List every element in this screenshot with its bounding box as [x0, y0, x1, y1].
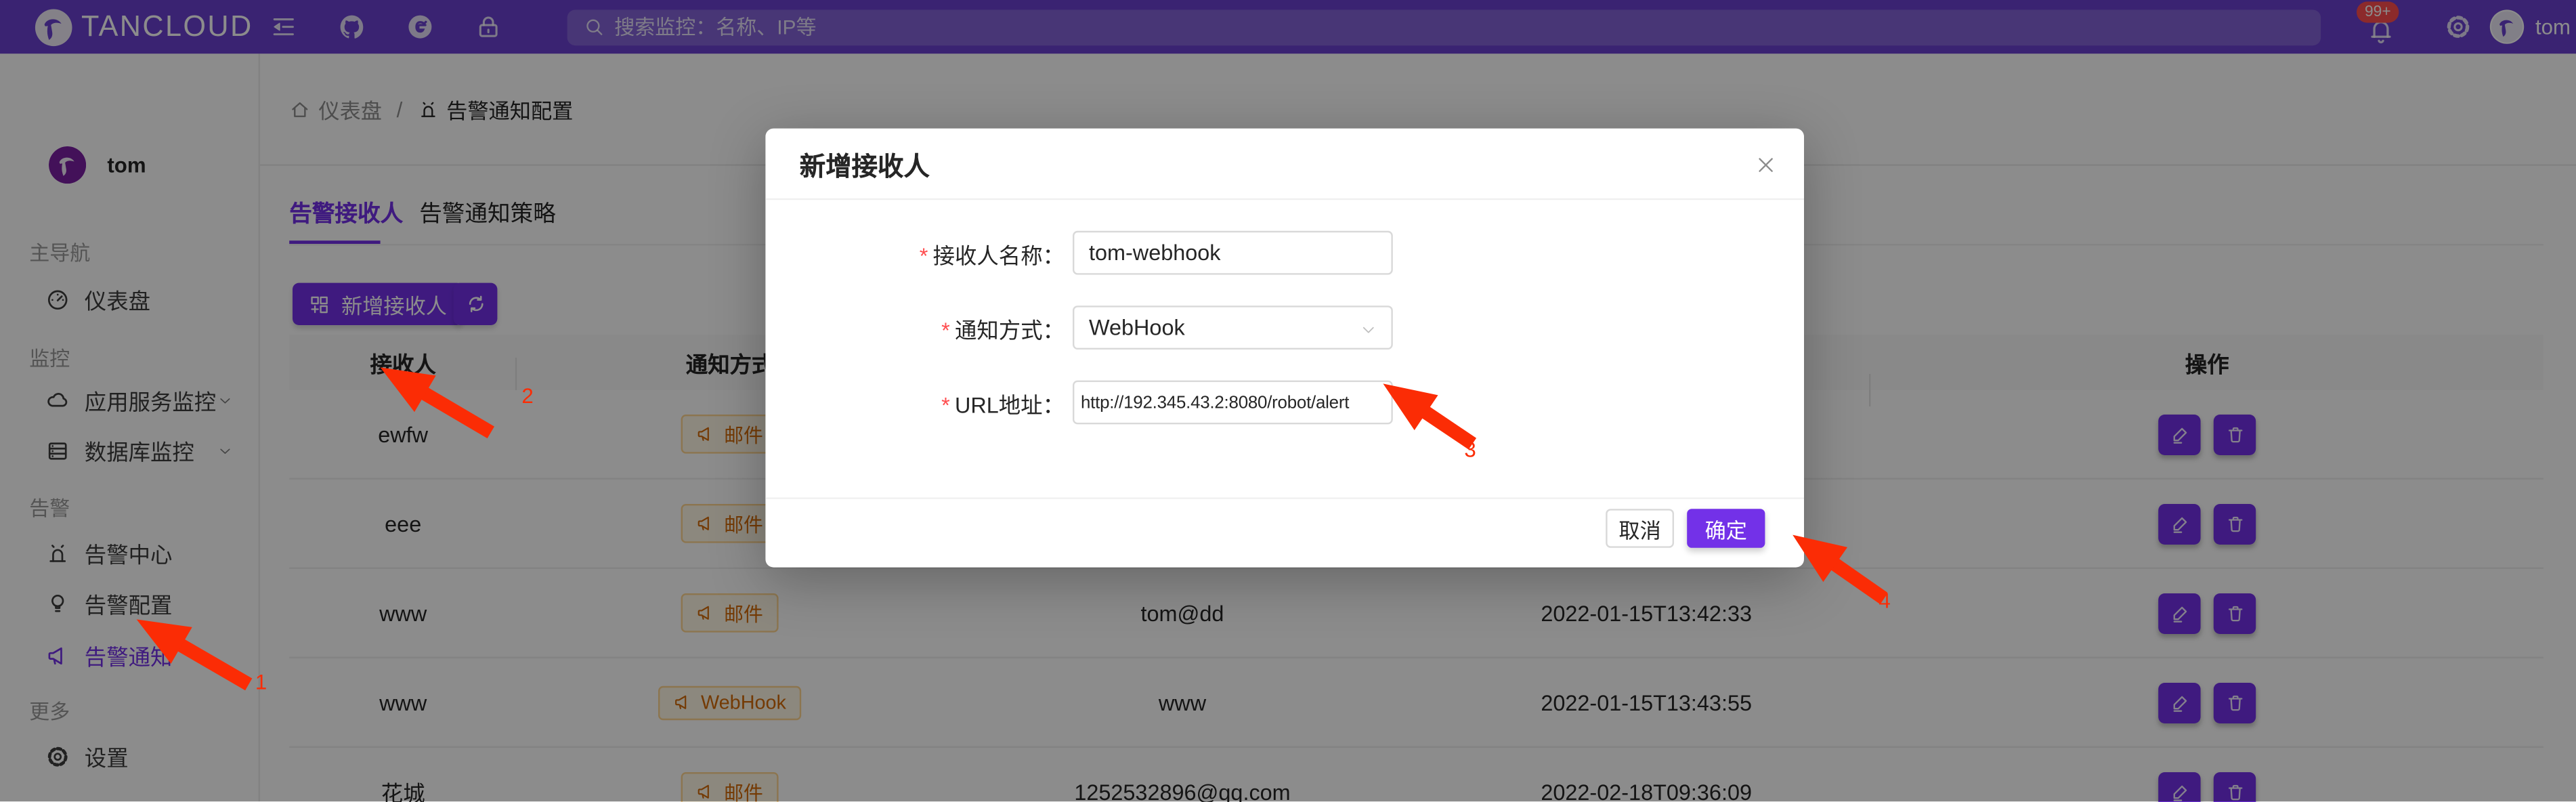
modal-title: 新增接收人: [800, 144, 930, 183]
field-label: 接收人名称: [933, 243, 1043, 268]
receiver-name-field[interactable]: [1073, 231, 1393, 275]
url-input[interactable]: [1081, 393, 1385, 413]
add-receiver-modal: 新增接收人 *接收人名称： *通知方式： *URL地址：: [765, 129, 1804, 568]
ok-button[interactable]: 确定: [1687, 509, 1765, 548]
app-root: TANCLOUD 99+: [0, 0, 2576, 802]
cancel-button[interactable]: 取消: [1606, 509, 1674, 548]
receiver-name-input[interactable]: [1089, 240, 1377, 265]
modal-footer: 取消 确定: [765, 497, 1804, 567]
modal-header: 新增接收人: [765, 129, 1804, 200]
url-field[interactable]: [1073, 381, 1393, 425]
form-row-notice-method: *通知方式：: [765, 305, 1392, 350]
field-label: 通知方式: [955, 318, 1043, 342]
notice-method-value[interactable]: [1089, 316, 1377, 340]
form-row-url: *URL地址：: [765, 381, 1392, 425]
chevron-down-icon: [1360, 322, 1377, 338]
required-asterisk: *: [920, 243, 928, 268]
notice-method-select[interactable]: [1073, 305, 1393, 350]
required-asterisk: *: [941, 318, 950, 342]
field-label: URL地址: [955, 393, 1043, 417]
form-row-receiver-name: *接收人名称：: [765, 231, 1392, 275]
required-asterisk: *: [941, 393, 950, 417]
close-icon[interactable]: [1752, 151, 1778, 177]
